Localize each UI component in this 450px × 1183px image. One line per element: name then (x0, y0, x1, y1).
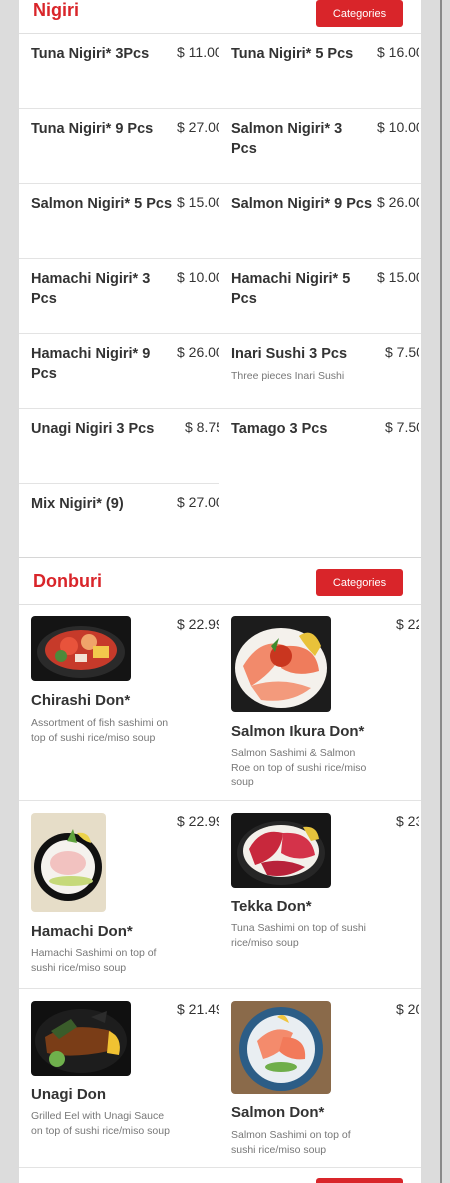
item-price: $ 26.00 (177, 344, 219, 360)
menu-item[interactable]: Unagi Nigiri 3 Pcs $ 8.75 (19, 408, 219, 483)
menu-item[interactable]: $ 21.49 Unagi Don Grilled Eel with Unagi… (19, 989, 219, 1167)
item-name: Salmon Nigiri* 9 Pcs (231, 196, 373, 212)
next-categories-button[interactable] (316, 1178, 403, 1183)
chirashi-photo (31, 616, 131, 681)
nigiri-section-title: Nigiri (33, 0, 80, 20)
unagi-photo-art (35, 1009, 127, 1073)
item-name: Salmon Nigiri* 3 Pcs (231, 121, 343, 157)
menu-item[interactable]: $ 20.99 Salmon Don* Salmon Sashimi on to… (219, 989, 419, 1167)
item-price: $ 27.00 (177, 119, 219, 135)
item-description: Three pieces Inari Sushi (231, 370, 345, 382)
item-price: $ 20.99 (396, 1001, 419, 1017)
menu-item[interactable]: Mix Nigiri* (9) $ 27.00 (19, 483, 219, 557)
menu-item[interactable]: Tuna Nigiri* 9 Pcs $ 27.00 (19, 108, 219, 183)
donburi-section-title: Donburi (33, 571, 102, 591)
chirashi-photo-art (37, 626, 125, 678)
item-name: Salmon Ikura Don* (231, 723, 365, 740)
nigiri-categories-button[interactable]: Categories (316, 0, 403, 27)
item-name: Tuna Nigiri* 5 Pcs (231, 46, 354, 62)
item-price: $ 21.49 (177, 1001, 219, 1017)
menu-item[interactable]: Inari Sushi 3 Pcs $ 7.50 Three pieces In… (219, 333, 419, 408)
item-name: Tekka Don* (231, 898, 312, 915)
item-name: Salmon Don* (231, 1104, 325, 1121)
menu-item[interactable]: Hamachi Nigiri* 9 Pcs $ 26.00 (19, 333, 219, 408)
salmon-don-photo (231, 1001, 331, 1094)
item-price: $ 15.00 (377, 269, 419, 285)
item-price: $ 10.00 (177, 269, 219, 285)
item-price: $ 10.00 (377, 119, 419, 135)
menu-page: Nigiri Categories Tuna Nigiri* 3Pcs $ 11… (19, 0, 421, 1183)
donburi-categories-button[interactable]: Categories (316, 569, 403, 596)
menu-item[interactable]: Tuna Nigiri* 3Pcs $ 11.00 (19, 33, 219, 108)
item-name: Hamachi Don* (31, 923, 133, 940)
nigiri-section-header: Nigiri Categories (19, 0, 421, 34)
item-name: Salmon Nigiri* 5 Pcs (31, 196, 173, 212)
menu-item[interactable]: $ 23.49 Tekka Don* Tuna Sashimi on top o… (219, 801, 419, 988)
item-price: $ 11.00 (177, 44, 219, 60)
menu-item[interactable]: Hamachi Nigiri* 5 Pcs $ 15.00 (219, 258, 419, 333)
salmon-ikura-photo (231, 616, 331, 712)
item-name: Unagi Don (31, 1086, 106, 1103)
tekka-photo-art (237, 821, 325, 885)
salmon-ikura-photo-art (235, 628, 327, 708)
scrollbar-track[interactable] (440, 0, 442, 1183)
item-description: Grilled Eel with Unagi Sauce on top of s… (31, 1110, 170, 1137)
item-price: $ 16.00 (377, 44, 419, 60)
item-description: Hamachi Sashimi on top of sushi rice/mis… (31, 947, 157, 974)
item-name: Tuna Nigiri* 3Pcs (31, 46, 150, 62)
item-price: $ 8.75 (185, 419, 219, 435)
item-name: Mix Nigiri* (9) (31, 496, 124, 512)
menu-item[interactable]: Salmon Nigiri* 5 Pcs $ 15.00 (19, 183, 219, 258)
item-price: $ 7.50 (385, 344, 419, 360)
item-name: Chirashi Don* (31, 692, 131, 709)
item-description: Tuna Sashimi on top of sushi rice/miso s… (231, 922, 367, 949)
tekka-photo (231, 813, 331, 888)
next-section-header (19, 1168, 421, 1183)
menu-item[interactable]: Salmon Nigiri* 9 Pcs $ 26.00 (219, 183, 419, 258)
item-price: $ 27.00 (177, 494, 219, 510)
menu-item[interactable]: $ 22.99 Chirashi Don* Assortment of fish… (19, 604, 219, 800)
menu-item[interactable]: $ 22.99 Hamachi Don* Hamachi Sashimi on … (19, 801, 219, 988)
salmon-don-photo-art (239, 1007, 323, 1091)
item-name: Hamachi Nigiri* 9 Pcs (31, 346, 151, 382)
item-price: $ 23.49 (396, 813, 419, 829)
item-name: Hamachi Nigiri* 5 Pcs (231, 271, 351, 307)
item-description: Salmon Sashimi on top of sushi rice/miso… (231, 1129, 351, 1156)
item-price: $ 26.00 (377, 194, 419, 210)
menu-item[interactable]: Tamago 3 Pcs $ 7.50 (219, 408, 419, 483)
item-name: Hamachi Nigiri* 3 Pcs (31, 271, 151, 307)
menu-item[interactable]: Tuna Nigiri* 5 Pcs $ 16.00 (219, 33, 419, 108)
item-description: Salmon Sashimi & Salmon Roe on top of su… (231, 747, 367, 788)
item-price: $ 22.49 (396, 616, 419, 632)
menu-item[interactable]: $ 22.49 Salmon Ikura Don* Salmon Sashimi… (219, 604, 419, 800)
menu-item[interactable]: Hamachi Nigiri* 3 Pcs $ 10.00 (19, 258, 219, 333)
item-price: $ 22.99 (177, 813, 219, 829)
item-name: Unagi Nigiri 3 Pcs (31, 421, 155, 437)
hamachi-photo-art (34, 829, 102, 901)
donburi-section-header: Donburi Categories (19, 557, 421, 605)
item-price: $ 7.50 (385, 419, 419, 435)
item-price: $ 22.99 (177, 616, 219, 632)
unagi-photo (31, 1001, 131, 1076)
item-price: $ 15.00 (177, 194, 219, 210)
item-name: Tamago 3 Pcs (231, 421, 328, 437)
item-name: Inari Sushi 3 Pcs (231, 346, 348, 362)
item-description: Assortment of fish sashimi on top of sus… (31, 717, 169, 744)
menu-item[interactable]: Salmon Nigiri* 3 Pcs $ 10.00 (219, 108, 419, 183)
hamachi-photo (31, 813, 106, 912)
item-name: Tuna Nigiri* 9 Pcs (31, 121, 154, 137)
